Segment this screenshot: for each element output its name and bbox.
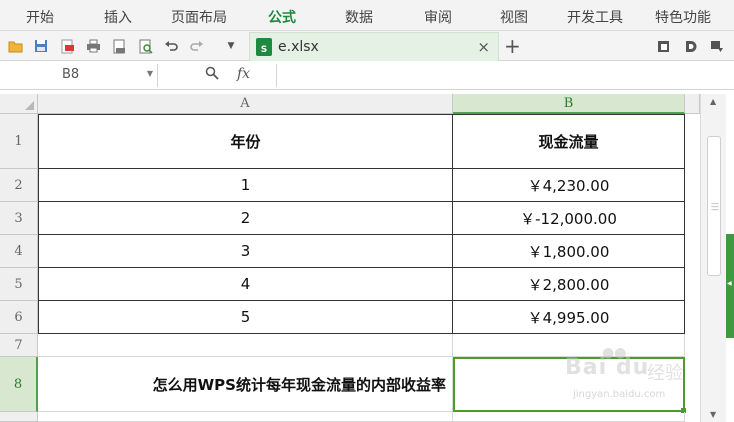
tab-file-name: e.xlsx — [278, 39, 319, 55]
vertical-scrollbar[interactable]: ▲ — — — ▼ — [700, 94, 726, 422]
minimize-ribbon-icon[interactable] — [708, 37, 726, 55]
menu-item-page-layout[interactable]: 页面布局 — [171, 7, 227, 27]
row-header-7[interactable]: 7 — [0, 334, 38, 357]
column-header-c[interactable] — [685, 94, 700, 114]
menu-item-start[interactable]: 开始 — [26, 7, 54, 27]
row-header-4[interactable]: 4 — [0, 235, 38, 268]
name-box[interactable]: B8 ▼ — [0, 64, 158, 87]
watermark-text: 经验 — [647, 363, 683, 384]
cell-a2[interactable]: 1 — [38, 169, 453, 202]
cell-b3[interactable]: ￥-12,000.00 — [453, 202, 685, 235]
open-folder-icon[interactable] — [6, 37, 24, 55]
cell-a7[interactable] — [38, 334, 453, 357]
spreadsheet-file-icon: S — [256, 38, 272, 56]
row-header-8[interactable]: 8 — [0, 357, 38, 412]
row-header-9[interactable] — [0, 412, 38, 422]
column-header-b[interactable]: B — [453, 94, 685, 114]
cell-b1[interactable]: 现金流量 — [453, 114, 685, 169]
menu-item-special-features[interactable]: 特色功能 — [655, 7, 711, 27]
cell-a9[interactable] — [38, 412, 453, 422]
close-icon[interactable]: × — [477, 38, 490, 56]
cell-b2[interactable]: ￥4,230.00 — [453, 169, 685, 202]
row-header-1[interactable]: 1 — [0, 114, 38, 169]
scrollbar-thumb[interactable]: — — — — [707, 136, 721, 276]
cell-a3[interactable]: 2 — [38, 202, 453, 235]
quick-access-toolbar: ▼ S e.xlsx × + — [0, 31, 734, 61]
cell-b6[interactable]: ￥4,995.00 — [453, 301, 685, 334]
menu-item-developer[interactable]: 开发工具 — [567, 7, 623, 27]
cell-b5[interactable]: ￥2,800.00 — [453, 268, 685, 301]
cell-a4[interactable]: 3 — [38, 235, 453, 268]
scroll-up-icon[interactable]: ▲ — [710, 97, 716, 106]
grip-icon: — — — — [711, 199, 719, 214]
export-pdf-icon[interactable] — [58, 37, 76, 55]
watermark-url: jingyan.baidu.com — [573, 389, 666, 400]
select-all-triangle-icon — [25, 101, 34, 110]
print-preview-icon[interactable] — [110, 37, 128, 55]
chevron-down-icon[interactable]: ▼ — [147, 69, 153, 78]
file-tab[interactable]: S e.xlsx × — [249, 32, 499, 61]
cell-a6[interactable]: 5 — [38, 301, 453, 334]
row-header-6[interactable]: 6 — [0, 301, 38, 334]
scroll-down-icon[interactable]: ▼ — [710, 410, 716, 419]
dropdown-arrow-icon[interactable]: ▼ — [222, 37, 240, 55]
side-panel-arrow-icon[interactable]: ◀ — [727, 280, 732, 287]
select-all-corner[interactable] — [0, 94, 38, 114]
row-header-3[interactable]: 3 — [0, 202, 38, 235]
cell-a1[interactable]: 年份 — [38, 114, 453, 169]
row-header-2[interactable]: 2 — [0, 169, 38, 202]
cell-b4[interactable]: ￥1,800.00 — [453, 235, 685, 268]
print-icon[interactable] — [84, 37, 102, 55]
paw-icon: ●● — [602, 345, 627, 361]
skin-icon[interactable] — [681, 37, 699, 55]
preview-icon[interactable] — [136, 37, 154, 55]
zoom-search-icon[interactable] — [205, 66, 219, 84]
menu-bar: 开始 插入 页面布局 公式 数据 审阅 视图 开发工具 特色功能 — [0, 0, 734, 31]
menu-item-insert[interactable]: 插入 — [104, 7, 132, 27]
row-header-5[interactable]: 5 — [0, 268, 38, 301]
menu-item-formulas[interactable]: 公式 — [268, 7, 296, 27]
ribbon-toggle-icon[interactable] — [654, 37, 672, 55]
menu-item-data[interactable]: 数据 — [345, 7, 373, 27]
formula-input[interactable] — [276, 64, 726, 87]
cell-b9[interactable] — [453, 412, 685, 422]
baidu-jingyan-watermark: Bai du ●● 经验 jingyan.baidu.com — [565, 345, 695, 405]
column-header-a[interactable]: A — [38, 94, 453, 114]
save-icon[interactable] — [32, 37, 50, 55]
name-box-value: B8 — [62, 67, 80, 82]
menu-item-view[interactable]: 视图 — [500, 7, 528, 27]
add-tab-icon[interactable]: + — [504, 34, 521, 58]
redo-icon[interactable] — [188, 37, 206, 55]
menu-item-review[interactable]: 审阅 — [424, 7, 452, 27]
cell-a8[interactable]: 怎么用WPS统计每年现金流量的内部收益率 — [38, 357, 453, 412]
cell-a5[interactable]: 4 — [38, 268, 453, 301]
insert-function-icon[interactable]: fx — [237, 66, 250, 82]
undo-icon[interactable] — [162, 37, 180, 55]
formula-bar: B8 ▼ fx — [0, 61, 734, 90]
